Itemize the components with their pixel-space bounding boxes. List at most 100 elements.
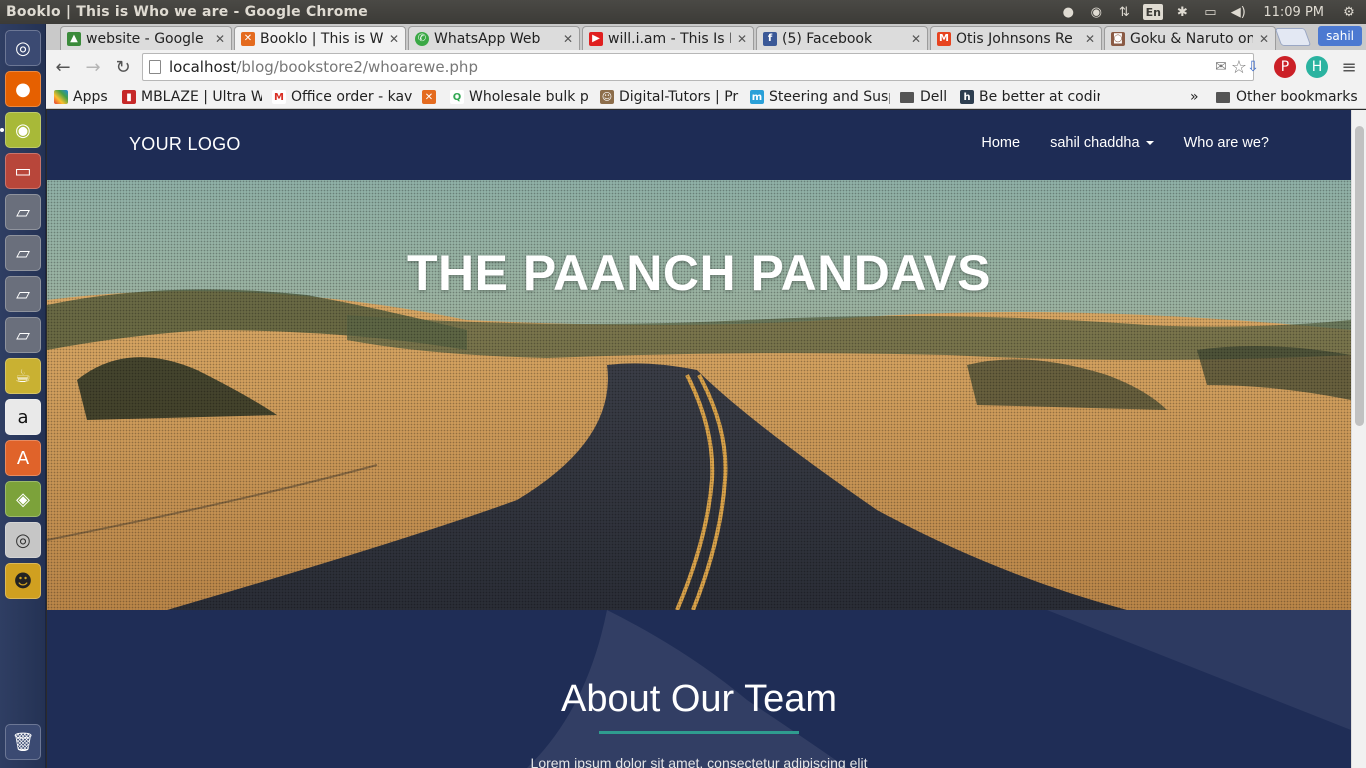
digital-tutors-icon: ☺ — [600, 90, 614, 104]
bookmark-xampp[interactable]: ✕ — [422, 87, 440, 107]
files-icon[interactable]: ▭ — [5, 153, 41, 189]
tab-facebook[interactable]: f (5) Facebook ✕ — [756, 26, 928, 50]
menu-icon[interactable]: ≡ — [1338, 56, 1360, 78]
bookmark-other[interactable]: Other bookmarks — [1216, 87, 1358, 107]
chrome-icon[interactable]: ◉ — [5, 112, 41, 148]
bookmark-be-better[interactable]: h Be better at codir — [960, 87, 1100, 107]
profile-button[interactable]: sahil — [1318, 26, 1362, 46]
hero-banner: THE PAANCH PANDAVS — [47, 180, 1351, 610]
drive-icon: ▲ — [67, 31, 81, 46]
network-icon[interactable]: ⇅ — [1115, 3, 1133, 21]
window-title: Booklo | This is Who we are - Google Chr… — [6, 4, 368, 20]
teapot-icon[interactable]: ☕ — [5, 358, 41, 394]
amazon-icon[interactable]: a — [5, 399, 41, 435]
bookmark-office-order[interactable]: M Office order - kav — [272, 87, 412, 107]
bookmark-steering[interactable]: m Steering and Susp — [750, 87, 890, 107]
nav-who-are-we[interactable]: Who are we? — [1184, 135, 1269, 151]
apps-grid-icon — [54, 90, 68, 104]
tab-youtube[interactable]: ▶ will.i.am - This Is L ✕ — [582, 26, 754, 50]
site-menu: Home sahil chaddha Who are we? — [981, 135, 1269, 151]
tab-strip: ▲ website - Google I ✕ ✕ Booklo | This i… — [46, 24, 1366, 50]
close-icon[interactable]: ✕ — [215, 32, 225, 46]
nav-user-dropdown[interactable]: sahil chaddha — [1050, 135, 1154, 151]
pinterest-icon[interactable]: P — [1274, 56, 1296, 78]
drive-icon[interactable]: ▱ — [5, 194, 41, 230]
close-icon[interactable]: ✕ — [1259, 32, 1269, 46]
tab-instagram[interactable]: ◙ Goku & Naruto on ✕ — [1104, 26, 1276, 50]
folder-icon — [1216, 91, 1230, 103]
software-center-icon[interactable]: A — [5, 440, 41, 476]
facebook-icon: f — [763, 31, 777, 46]
nav-user-label: sahil chaddha — [1050, 135, 1140, 151]
h-icon: h — [960, 90, 974, 104]
gmail-icon[interactable]: ✉ — [1210, 56, 1232, 78]
close-icon[interactable]: ✕ — [911, 32, 921, 46]
back-icon[interactable]: ← — [50, 54, 76, 80]
disk-icon[interactable]: ◎ — [5, 522, 41, 558]
hero-title: THE PAANCH PANDAVS — [406, 245, 992, 301]
pidgin-tray-icon[interactable]: ● — [1059, 3, 1077, 21]
tab-otis[interactable]: M Otis Johnsons Re ✕ — [930, 26, 1102, 50]
bookmark-digital-tutors[interactable]: ☺ Digital-Tutors | Pr — [600, 87, 740, 107]
hangouts-ext-icon[interactable]: H — [1306, 56, 1328, 78]
youtube-icon: ▶ — [589, 31, 603, 46]
forward-icon[interactable]: → — [80, 54, 106, 80]
drive-icon[interactable]: ▱ — [5, 235, 41, 271]
drive-icon[interactable]: ▱ — [5, 317, 41, 353]
address-bar[interactable]: localhost/blog/bookstore2/whoarewe.php ☆ — [142, 53, 1254, 81]
pidgin-icon[interactable]: ☻ — [5, 563, 41, 599]
bookmarks-overflow-button[interactable]: » — [1190, 87, 1199, 107]
clock[interactable]: 11:09 PM — [1257, 3, 1330, 21]
folder-icon — [900, 91, 914, 103]
whatsapp-icon: ✆ — [415, 31, 429, 46]
instagram-icon: ◙ — [1111, 31, 1125, 46]
firefox-icon[interactable]: ● — [5, 71, 41, 107]
tab-booklo[interactable]: ✕ Booklo | This is W ✕ — [234, 26, 406, 50]
dash-icon[interactable]: ◎ — [5, 30, 41, 66]
system-tray: ● ◉ ⇅ En ✱ ▭ ◀) 11:09 PM ⚙ — [1059, 0, 1366, 24]
trash-icon[interactable]: 🗑 — [5, 724, 41, 760]
page-icon — [149, 60, 161, 74]
url-host: localhost — [169, 58, 237, 76]
m-icon: m — [750, 90, 764, 104]
bookmarks-bar: Apps ▮ MBLAZE | Ultra W M Office order -… — [46, 84, 1366, 109]
url-path: /blog/bookstore2/whoarewe.php — [236, 58, 478, 76]
nav-home[interactable]: Home — [981, 135, 1020, 151]
browser-toolbar: ← → ↻ localhost/blog/bookstore2/whoarewe… — [46, 50, 1366, 84]
tab-whatsapp[interactable]: ✆ WhatsApp Web ✕ — [408, 26, 580, 50]
gear-icon[interactable]: ⚙ — [1340, 3, 1358, 21]
about-title: About Our Team — [560, 678, 837, 720]
gmail-icon: M — [272, 90, 286, 104]
android-studio-icon[interactable]: ◈ — [5, 481, 41, 517]
site-logo[interactable]: YOUR LOGO — [129, 134, 241, 155]
site-navbar: YOUR LOGO Home sahil chaddha Who are we? — [47, 110, 1351, 180]
close-icon[interactable]: ✕ — [737, 32, 747, 46]
about-section: About Our Team Lorem ipsum dolor sit ame… — [47, 610, 1351, 768]
close-icon[interactable]: ✕ — [1085, 32, 1095, 46]
unity-launcher: ◎ ● ◉ ▭ ▱ ▱ ▱ ▱ ☕ a A ◈ ◎ ☻ 🗑 — [0, 24, 46, 768]
os-top-panel: Booklo | This is Who we are - Google Chr… — [0, 0, 1366, 24]
xampp-icon: ✕ — [241, 31, 255, 46]
bookmark-wholesale[interactable]: Q Wholesale bulk p — [450, 87, 590, 107]
title-underline — [599, 731, 799, 734]
page-scrollbar[interactable] — [1351, 110, 1366, 768]
bluetooth-icon[interactable]: ✱ — [1173, 3, 1191, 21]
volume-icon[interactable]: ◀) — [1229, 3, 1247, 21]
chrome-tray-icon[interactable]: ◉ — [1087, 3, 1105, 21]
scrollbar-thumb[interactable] — [1355, 126, 1364, 426]
q-icon: Q — [450, 90, 464, 104]
reload-icon[interactable]: ↻ — [110, 54, 136, 80]
download-ext-icon[interactable]: ⇩ — [1242, 56, 1264, 78]
bookmark-mblaze[interactable]: ▮ MBLAZE | Ultra W — [122, 87, 262, 107]
drive-icon[interactable]: ▱ — [5, 276, 41, 312]
tab-website[interactable]: ▲ website - Google I ✕ — [60, 26, 232, 50]
close-icon[interactable]: ✕ — [563, 32, 573, 46]
bookmark-dell[interactable]: Dell — [900, 87, 960, 107]
keyboard-layout-indicator[interactable]: En — [1143, 4, 1164, 20]
new-tab-button[interactable] — [1274, 28, 1312, 46]
m-icon: M — [937, 31, 951, 46]
close-icon[interactable]: ✕ — [389, 32, 399, 46]
bookmark-apps[interactable]: Apps — [54, 87, 108, 107]
battery-icon[interactable]: ▭ — [1201, 3, 1219, 21]
page-viewport: YOUR LOGO Home sahil chaddha Who are we? — [47, 110, 1351, 768]
